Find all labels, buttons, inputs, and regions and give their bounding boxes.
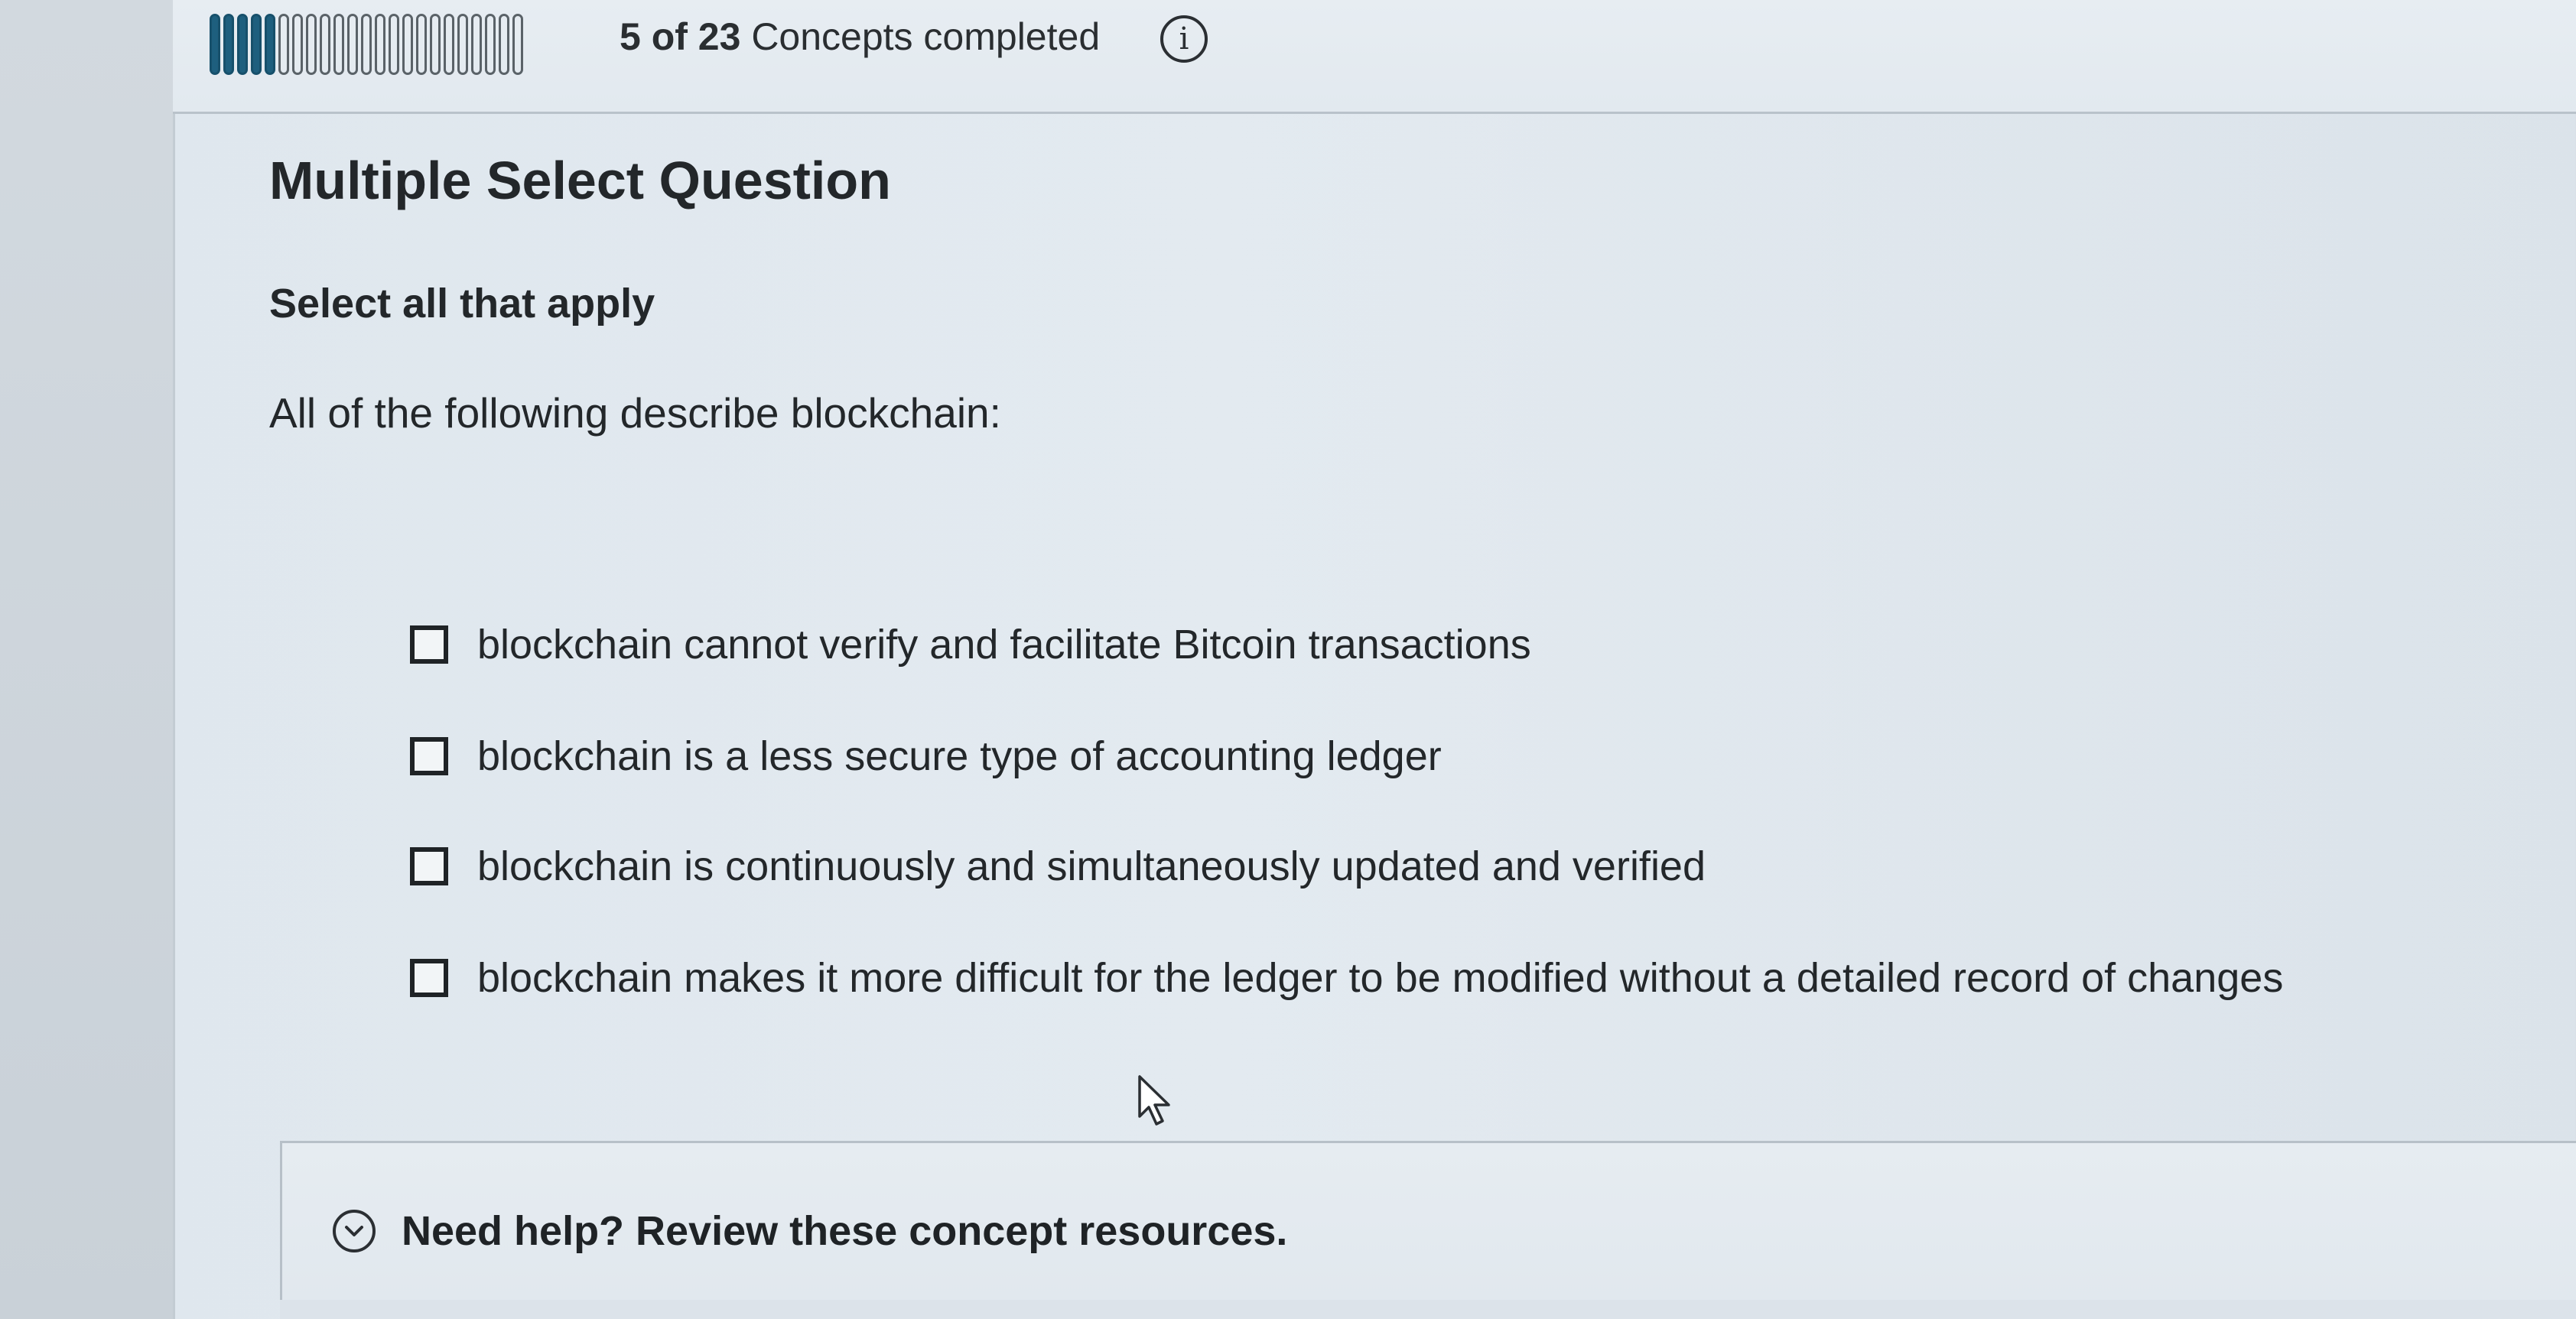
info-icon[interactable]: i — [1160, 15, 1208, 63]
checkbox-icon[interactable] — [410, 959, 448, 997]
answer-option-label: blockchain cannot verify and facilitate … — [477, 622, 1531, 668]
left-gutter — [0, 0, 175, 1319]
checkbox-icon[interactable] — [410, 737, 448, 775]
answer-option-2[interactable]: blockchain is a less secure type of acco… — [410, 733, 1442, 780]
chevron-down-icon — [333, 1210, 376, 1252]
progress-segment-remaining — [402, 14, 413, 75]
concept-progress-bar — [210, 14, 526, 75]
progress-segment-remaining — [457, 14, 468, 75]
progress-suffix: Concepts completed — [751, 15, 1101, 58]
help-resources-label: Need help? Review these concept resource… — [402, 1208, 1288, 1254]
answer-option-1[interactable]: blockchain cannot verify and facilitate … — [410, 621, 1531, 668]
progress-segment-remaining — [389, 14, 399, 75]
answer-option-4[interactable]: blockchain makes it more difficult for t… — [410, 954, 2283, 1002]
progress-count: 5 of 23 — [620, 15, 741, 58]
help-resources-toggle[interactable]: Need help? Review these concept resource… — [333, 1207, 1287, 1255]
question-type-heading: Multiple Select Question — [269, 151, 891, 210]
mouse-cursor-icon — [1138, 1075, 1170, 1126]
bottom-strip — [280, 1300, 2576, 1319]
progress-segment-remaining — [416, 14, 427, 75]
progress-segment-completed — [265, 14, 275, 75]
progress-segment-remaining — [485, 14, 496, 75]
progress-segment-remaining — [444, 14, 454, 75]
progress-segment-remaining — [361, 14, 372, 75]
checkbox-icon[interactable] — [410, 847, 448, 885]
progress-segment-remaining — [471, 14, 482, 75]
progress-segment-completed — [251, 14, 262, 75]
progress-segment-remaining — [306, 14, 317, 75]
answer-option-label: blockchain is a less secure type of acco… — [477, 733, 1442, 779]
progress-segment-remaining — [347, 14, 358, 75]
answer-option-label: blockchain is continuously and simultane… — [477, 843, 1706, 889]
help-panel: Need help? Review these concept resource… — [280, 1141, 2576, 1302]
progress-segment-remaining — [499, 14, 509, 75]
progress-segment-completed — [223, 14, 234, 75]
progress-segment-completed — [210, 14, 220, 75]
question-instruction: Select all that apply — [269, 281, 655, 327]
progress-segment-remaining — [430, 14, 441, 75]
progress-segment-remaining — [320, 14, 330, 75]
progress-segment-remaining — [375, 14, 385, 75]
checkbox-icon[interactable] — [410, 625, 448, 664]
info-glyph: i — [1179, 21, 1189, 57]
progress-segment-remaining — [333, 14, 344, 75]
progress-segment-remaining — [292, 14, 303, 75]
progress-text: 5 of 23 Concepts completed — [620, 14, 1100, 60]
progress-segment-remaining — [512, 14, 523, 75]
progress-segment-remaining — [278, 14, 289, 75]
progress-header: 5 of 23 Concepts completed i — [173, 0, 2576, 114]
question-prompt: All of the following describe blockchain… — [269, 389, 1001, 437]
app-root: 5 of 23 Concepts completed i Multiple Se… — [0, 0, 2576, 1319]
progress-segment-completed — [237, 14, 248, 75]
answer-option-3[interactable]: blockchain is continuously and simultane… — [410, 843, 1706, 890]
answer-option-label: blockchain makes it more difficult for t… — [477, 955, 2284, 1001]
